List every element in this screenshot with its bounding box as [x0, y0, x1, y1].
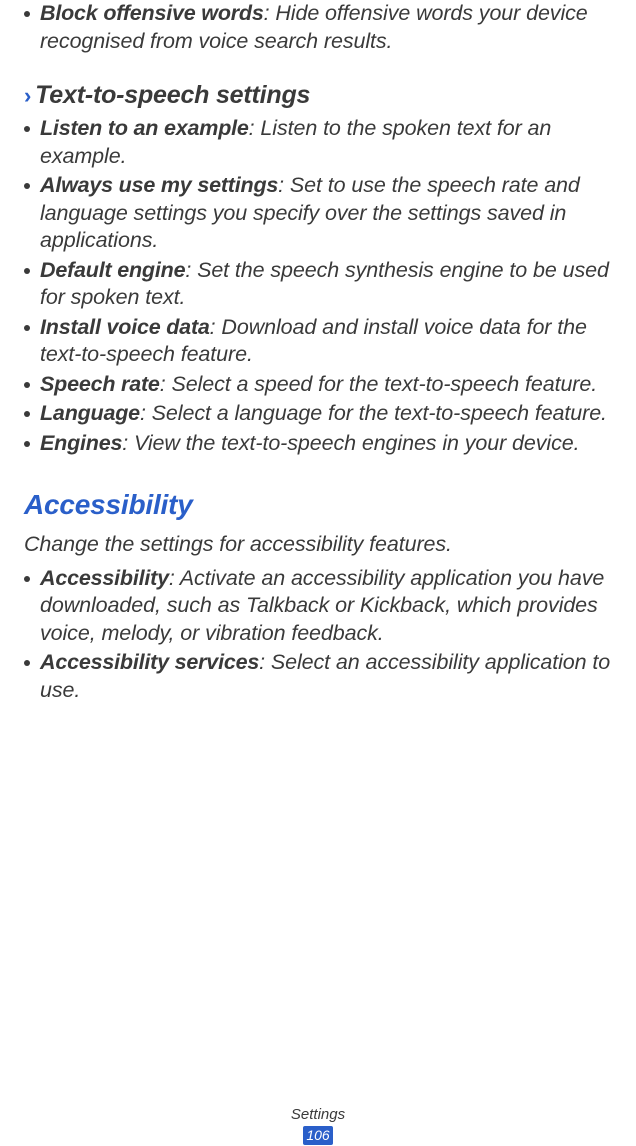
desc: : Select a speed for the text-to-speech …: [160, 372, 597, 396]
list-item: Language: Select a language for the text…: [24, 400, 614, 428]
list-item-text: Default engine: Set the speech synthesis…: [40, 257, 614, 312]
subsection-title: Text-to-speech settings: [35, 81, 310, 109]
term: Listen to an example: [40, 116, 249, 140]
page-content: Block offensive words: Hide offensive wo…: [24, 0, 614, 704]
bullet-icon: [24, 183, 30, 189]
list-item-text: Engines: View the text-to-speech engines…: [40, 430, 614, 458]
bullet-icon: [24, 126, 30, 132]
bullet-icon: [24, 11, 30, 17]
list-item-text: Accessibility services: Select an access…: [40, 649, 614, 704]
desc: : Select a language for the text-to-spee…: [140, 401, 607, 425]
bullet-icon: [24, 411, 30, 417]
section-intro: Change the settings for accessibility fe…: [24, 531, 614, 559]
term: Default engine: [40, 258, 185, 282]
subsection-heading: ›Text-to-speech settings: [24, 79, 614, 111]
list-item-text: Listen to an example: Listen to the spok…: [40, 115, 614, 170]
chevron-right-icon: ›: [24, 83, 31, 108]
section-title: Accessibility: [24, 487, 614, 523]
bullet-icon: [24, 660, 30, 666]
term: Block offensive words: [40, 1, 264, 25]
list-item: Always use my settings: Set to use the s…: [24, 172, 614, 255]
list-item: Install voice data: Download and install…: [24, 314, 614, 369]
list-item: Engines: View the text-to-speech engines…: [24, 430, 614, 458]
desc: : View the text-to-speech engines in you…: [122, 431, 579, 455]
list-item-text: Speech rate: Select a speed for the text…: [40, 371, 614, 399]
list-item: Block offensive words: Hide offensive wo…: [24, 0, 614, 55]
term: Always use my settings: [40, 173, 278, 197]
term: Accessibility services: [40, 650, 259, 674]
tts-settings-list: Listen to an example: Listen to the spok…: [24, 115, 614, 457]
bullet-icon: [24, 325, 30, 331]
bullet-icon: [24, 441, 30, 447]
bullet-icon: [24, 576, 30, 582]
term: Language: [40, 401, 140, 425]
term: Speech rate: [40, 372, 160, 396]
term: Accessibility: [40, 566, 169, 590]
accessibility-list: Accessibility: Activate an accessibility…: [24, 565, 614, 705]
list-item: Listen to an example: Listen to the spok…: [24, 115, 614, 170]
term: Install voice data: [40, 315, 210, 339]
list-item-text: Language: Select a language for the text…: [40, 400, 614, 428]
page-footer: Settings 106: [0, 1105, 636, 1146]
list-item-text: Always use my settings: Set to use the s…: [40, 172, 614, 255]
list-item: Accessibility: Activate an accessibility…: [24, 565, 614, 648]
footer-label: Settings: [0, 1105, 636, 1124]
list-item: Speech rate: Select a speed for the text…: [24, 371, 614, 399]
term: Engines: [40, 431, 122, 455]
list-item: Accessibility services: Select an access…: [24, 649, 614, 704]
list-item: Default engine: Set the speech synthesis…: [24, 257, 614, 312]
list-item-text: Install voice data: Download and install…: [40, 314, 614, 369]
page-number-badge: 106: [303, 1126, 333, 1145]
bullet-icon: [24, 382, 30, 388]
list-item-text: Block offensive words: Hide offensive wo…: [40, 0, 614, 55]
list-item-text: Accessibility: Activate an accessibility…: [40, 565, 614, 648]
bullet-icon: [24, 268, 30, 274]
